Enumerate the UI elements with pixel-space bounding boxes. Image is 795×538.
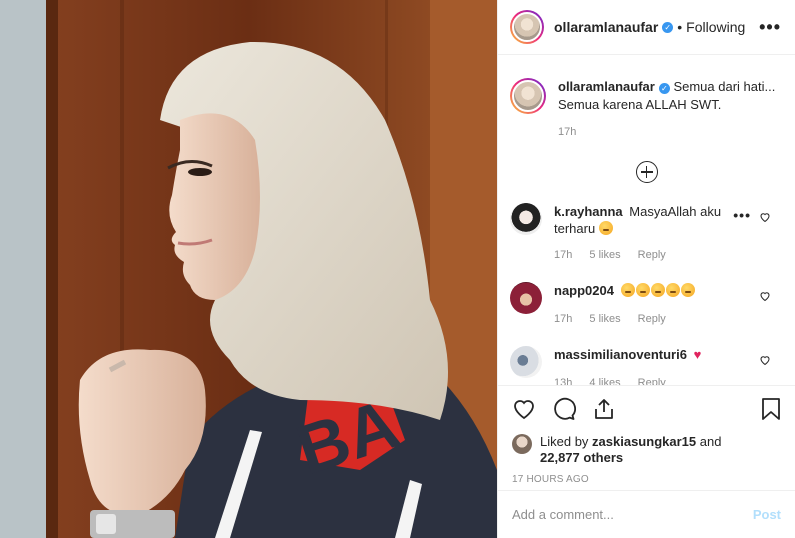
emoji-icon [665,283,680,297]
emoji-icon [680,283,695,297]
post-actions: Liked by zaskiasungkar15 and 22,877 othe… [498,385,795,485]
emoji-icon [620,283,635,297]
caption-time[interactable]: 17h [558,123,781,141]
post-side-panel: ollaramlanaufar ✓ • Following ••• ollara… [497,0,795,538]
comment-input[interactable] [512,507,753,522]
photo-illustration: BA [0,0,497,538]
liked-by-prefix: Liked by [540,434,589,449]
emoji-icon [635,283,650,297]
following-button[interactable]: Following [686,19,745,35]
crying-emoji-icon [598,221,613,235]
liked-by-others[interactable]: 22,877 others [540,450,623,465]
comment-username[interactable]: k.rayhanna [554,204,623,219]
comment-meta: 17h 5 likes Reply [554,247,724,264]
comment-time[interactable]: 13h [554,377,572,385]
author-username[interactable]: ollaramlanaufar [554,19,658,35]
liker-avatar[interactable] [512,434,532,454]
action-icons-row [512,394,781,424]
liked-by-and: and [699,434,722,449]
verified-icon: ✓ [662,21,674,33]
commenter-avatar[interactable] [510,282,542,314]
comment-reply-button[interactable]: Reply [638,377,666,385]
comment-meta: 13h 4 likes Reply [554,375,744,385]
liked-by: Liked by zaskiasungkar15 and 22,877 othe… [512,434,781,466]
comment-heart-icon[interactable] [759,354,771,366]
post-timestamp[interactable]: 17 HOURS AGO [512,474,781,485]
comment-likes[interactable]: 5 likes [589,313,620,325]
comment-item: k.rayhanna MasyaAllah aku terharu 17h 5 … [498,203,795,264]
comment-reply-button[interactable]: Reply [638,249,666,261]
comment-likes[interactable]: 5 likes [589,249,620,261]
comment-likes[interactable]: 4 likes [589,377,620,385]
more-options-icon[interactable]: ••• [759,18,781,36]
comment-item: massimilianoventuri6 ♥ 13h 4 likes Reply [498,346,795,385]
comments-list[interactable]: ollaramlanaufar ✓ Semua dari hati... Semu… [498,56,795,385]
share-icon[interactable] [592,397,616,421]
bookmark-icon[interactable] [761,397,781,421]
post-header: ollaramlanaufar ✓ • Following ••• [498,0,795,55]
liked-by-user[interactable]: zaskiasungkar15 [592,434,696,449]
comment-reply-button[interactable]: Reply [638,313,666,325]
comment-username[interactable]: massimilianoventuri6 [554,347,687,362]
commenter-avatar[interactable] [510,346,542,378]
heart-icon[interactable] [512,397,536,421]
comment-username[interactable]: napp0204 [554,283,614,298]
comment-icon[interactable] [552,397,576,421]
emoji-icon [650,283,665,297]
caption-username[interactable]: ollaramlanaufar [558,79,655,94]
comment-heart-icon[interactable] [759,290,771,302]
separator-dot: • [677,19,683,35]
comment-time[interactable]: 17h [554,313,572,325]
comment-time[interactable]: 17h [554,249,572,261]
verified-icon: ✓ [658,83,670,94]
comment-more-icon[interactable]: ••• [733,207,751,223]
post-photo[interactable]: BA [0,0,497,538]
caption-avatar[interactable] [510,78,546,114]
load-more-comments-plus-circle-icon[interactable] [635,161,658,183]
caption: ollaramlanaufar ✓ Semua dari hati... Semu… [498,56,795,141]
comment-item: napp0204 17h 5 likes Reply [498,282,795,328]
broken-heart-emoji-icon: ♥ [693,347,702,362]
comment-heart-icon[interactable] [759,211,771,223]
post-comment-button[interactable]: Post [753,507,781,522]
author-avatar[interactable] [510,10,544,44]
add-comment-bar: Post [498,490,795,538]
comment-meta: 17h 5 likes Reply [554,311,724,328]
commenter-avatar[interactable] [510,203,542,235]
